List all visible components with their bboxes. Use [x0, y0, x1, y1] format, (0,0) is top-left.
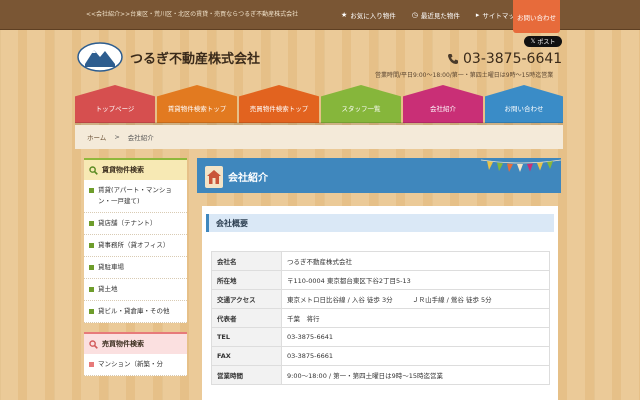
sidebar-sale-heading: 売買物件検索: [84, 332, 187, 354]
row-value: 9:00～18:00 / 第一・第四土曜日は9時～15時迄営業: [281, 365, 550, 385]
sidebar-item-label: 貸事務所（貸オフィス）: [98, 241, 170, 249]
breadcrumb-separator: >: [114, 133, 120, 141]
favorites-label: お気に入り物件: [350, 12, 396, 20]
sidebar-item-rent-office[interactable]: 貸事務所（貸オフィス）: [84, 235, 187, 257]
breadcrumb-current: 会社紹介: [127, 134, 154, 142]
sidebar-item-rent-residential[interactable]: 賃貸(アパート・マンション・一戸建て): [84, 180, 187, 213]
sitemap-icon: ▸: [475, 11, 480, 19]
sidebar-item-rent-land[interactable]: 貸土地: [84, 279, 187, 301]
row-label: TEL: [211, 327, 282, 347]
sidebar-item-sale-mansion[interactable]: マンション（新築・分: [84, 354, 187, 376]
bullet-icon: [89, 362, 94, 367]
row-value: つるぎ不動産株式会社: [281, 251, 550, 271]
nav-item-staff[interactable]: スタッフ一覧: [321, 85, 401, 123]
nav-label: 売買物件検索トップ: [249, 105, 309, 113]
site-title[interactable]: つるぎ不動産株式会社: [130, 48, 260, 67]
row-value: 東京メトロ日比谷線 / 入谷 徒歩 3分 ＪＲ山手線 / 鶯谷 徒歩 5分: [281, 289, 550, 309]
row-label: 営業時間: [211, 365, 282, 385]
sidebar-item-label: 賃貸(アパート・マンション・一戸建て): [98, 186, 172, 205]
company-logo[interactable]: [77, 42, 123, 72]
sidebar-rent-heading: 賃貸物件検索: [84, 158, 187, 180]
row-value: 〒110-0004 東京都台東区下谷2丁目5-13: [281, 270, 550, 290]
bullet-icon: [89, 243, 94, 248]
star-icon: ★: [341, 11, 348, 19]
row-label: 会社名: [211, 251, 282, 271]
table-row: 会社名 つるぎ不動産株式会社: [211, 251, 550, 271]
magnifier-icon: [89, 165, 98, 175]
sidebar-item-label: 貸店舗（テナント）: [98, 219, 157, 227]
bullet-icon: [89, 309, 94, 314]
bunting-decoration: [481, 159, 561, 172]
phone-number: 03-3875-6641: [447, 51, 562, 67]
company-overview-card: 会社概要 会社名 つるぎ不動産株式会社 所在地 〒110-0004 東京都台東区…: [202, 206, 558, 400]
sidebar-item-rent-parking[interactable]: 貸駐車場: [84, 257, 187, 279]
house-icon: [205, 166, 223, 188]
sidebar-item-label: 貸駐車場: [98, 263, 124, 271]
sidebar-item-label: 貸ビル・貸倉庫・その他: [98, 307, 170, 315]
phone-icon: [448, 54, 458, 64]
table-row: 交通アクセス 東京メトロ日比谷線 / 入谷 徒歩 3分 ＪＲ山手線 / 鶯谷 徒…: [211, 289, 550, 309]
table-row: FAX 03-3875-6661: [211, 346, 550, 366]
row-value: 千葉 将行: [281, 308, 550, 328]
main-nav: トップページ 賃貸物件検索トップ 売買物件検索トップ スタッフ一覧 会社紹介 お…: [75, 85, 563, 123]
table-row: 代表者 千葉 将行: [211, 308, 550, 328]
nav-item-contact[interactable]: お問い合わせ: [485, 85, 563, 123]
contact-tab-button[interactable]: お問い合わせ: [513, 0, 560, 33]
row-label: 交通アクセス: [211, 289, 282, 309]
sidebar-item-label: マンション（新築・分: [98, 360, 163, 368]
table-row: 所在地 〒110-0004 東京都台東区下谷2丁目5-13: [211, 270, 550, 290]
sidebar-item-rent-store[interactable]: 貸店舗（テナント）: [84, 213, 187, 235]
row-label: 所在地: [211, 270, 282, 290]
sidebar: 賃貸物件検索 賃貸(アパート・マンション・一戸建て) 貸店舗（テナント） 貸事務…: [84, 158, 187, 400]
bullet-icon: [89, 221, 94, 226]
favorites-link[interactable]: ★ お気に入り物件: [333, 0, 404, 30]
row-label: FAX: [211, 346, 282, 366]
page-title: 会社紹介: [228, 173, 268, 184]
sidebar-item-label: 貸土地: [98, 285, 118, 293]
section-heading: 会社概要: [206, 214, 554, 232]
bullet-icon: [89, 287, 94, 292]
nav-label: 賃貸物件検索トップ: [167, 105, 227, 113]
nav-label: スタッフ一覧: [341, 105, 381, 113]
row-label: 代表者: [211, 308, 282, 328]
nav-label: トップページ: [95, 105, 135, 113]
phone-number-text: 03-3875-6641: [463, 51, 563, 67]
sidebar-sale-list: マンション（新築・分: [84, 354, 187, 376]
recently-viewed-label: 最近見た物件: [420, 12, 460, 20]
nav-label: 会社紹介: [430, 105, 456, 113]
x-logo-icon: 𝕏: [530, 38, 536, 45]
row-value: 03-3875-6661: [281, 346, 550, 366]
x-post-label: ポスト: [537, 39, 556, 46]
nav-item-company[interactable]: 会社紹介: [403, 85, 483, 123]
sidebar-item-rent-building[interactable]: 貸ビル・貸倉庫・その他: [84, 301, 187, 323]
nav-item-sale-search[interactable]: 売買物件検索トップ: [239, 85, 319, 123]
nav-item-rent-search[interactable]: 賃貸物件検索トップ: [157, 85, 237, 123]
nav-item-top[interactable]: トップページ: [75, 85, 155, 123]
table-row: TEL 03-3875-6641: [211, 327, 550, 347]
clock-icon: ◷: [411, 11, 418, 19]
nav-label: お問い合わせ: [504, 105, 544, 113]
top-links: ★ お気に入り物件 ◷ 最近見た物件 ▸ サイトマップ: [333, 0, 529, 30]
business-hours: 営業時間/平日9:00～18:00/第一・第四土曜日は9時～15時迄営業: [375, 72, 554, 79]
sidebar-rent-heading-text: 賃貸物件検索: [102, 166, 144, 174]
breadcrumb-home[interactable]: ホーム: [87, 132, 106, 142]
recently-viewed-link[interactable]: ◷ 最近見た物件: [404, 0, 468, 30]
sidebar-sale-heading-text: 売買物件検索: [102, 340, 144, 348]
site-tagline: <<会社紹介>>台東区・荒川区・北区の賃貸・売買ならつるぎ不動産株式会社: [86, 11, 299, 18]
breadcrumb: ホーム > 会社紹介: [75, 125, 563, 149]
row-value: 03-3875-6641: [281, 327, 550, 347]
company-info-table: 会社名 つるぎ不動産株式会社 所在地 〒110-0004 東京都台東区下谷2丁目…: [211, 251, 550, 385]
x-post-button[interactable]: 𝕏 ポスト: [524, 36, 562, 47]
sidebar-rent-list: 賃貸(アパート・マンション・一戸建て) 貸店舗（テナント） 貸事務所（貸オフィス…: [84, 180, 187, 323]
bullet-icon: [89, 188, 94, 193]
table-row: 営業時間 9:00～18:00 / 第一・第四土曜日は9時～15時迄営業: [211, 365, 550, 385]
page-title-banner: 会社紹介: [197, 158, 561, 193]
magnifier-icon: [89, 339, 98, 349]
bullet-icon: [89, 265, 94, 270]
